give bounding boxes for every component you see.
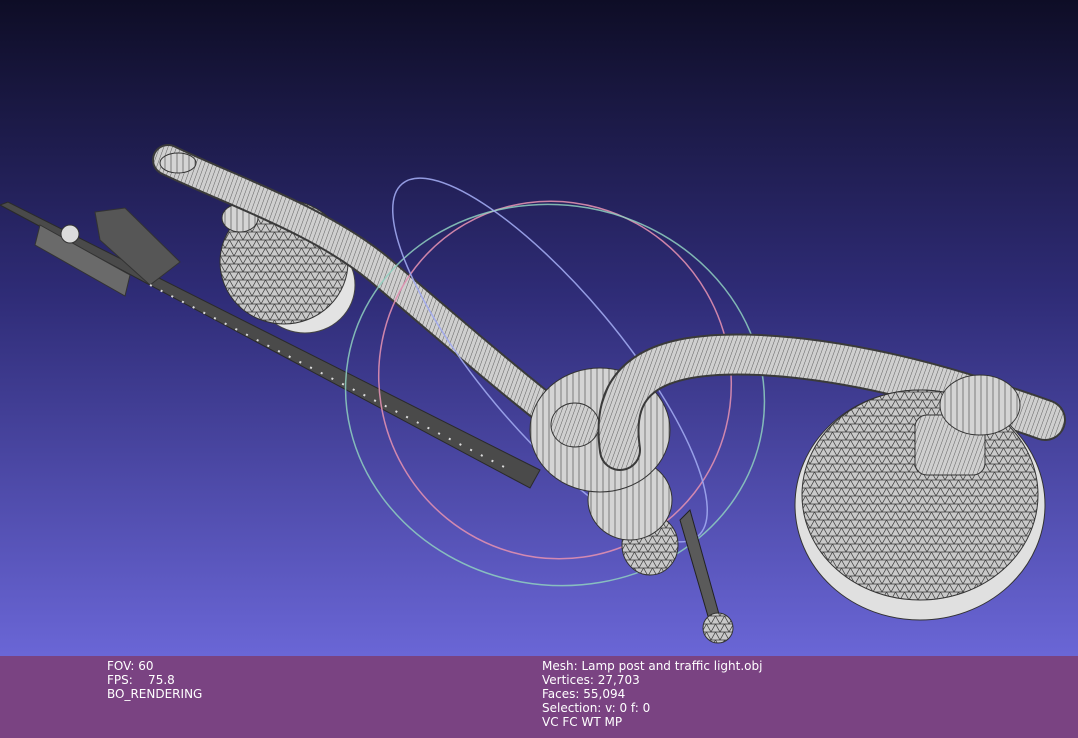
- render-mode-readout: BO_RENDERING: [107, 687, 203, 701]
- info-bar: FOV: 60 FPS: 75.8 BO_RENDERING Mesh: Lam…: [0, 656, 1078, 738]
- fps-readout: FPS: 75.8: [107, 673, 175, 687]
- vertex-count: Vertices: 27,703: [542, 673, 640, 687]
- face-count: Faces: 55,094: [542, 687, 626, 701]
- info-right-column: Mesh: Lamp post and traffic light.obj Ve…: [542, 659, 762, 729]
- info-left-column: FOV: 60 FPS: 75.8 BO_RENDERING: [107, 659, 202, 701]
- mesh-name: Mesh: Lamp post and traffic light.obj: [542, 659, 763, 673]
- mesh-render[interactable]: [0, 0, 1078, 656]
- 3d-viewport[interactable]: [0, 0, 1078, 656]
- fov-readout: FOV: 60: [107, 659, 154, 673]
- render-flags: VC FC WT MP: [542, 715, 623, 729]
- selection-readout: Selection: v: 0 f: 0: [542, 701, 651, 715]
